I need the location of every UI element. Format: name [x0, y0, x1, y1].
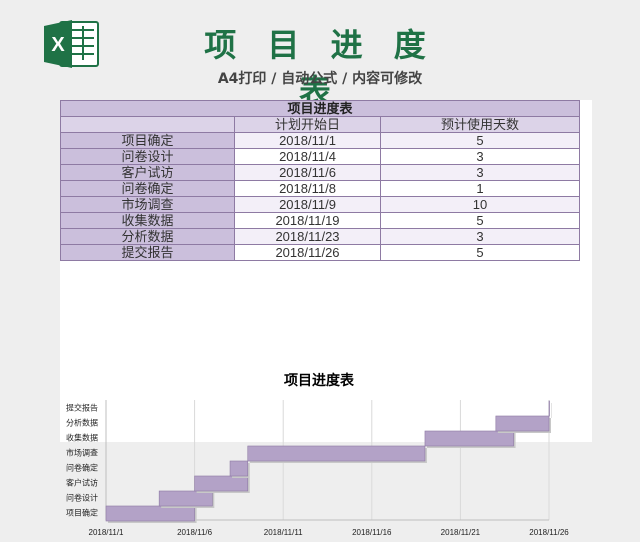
table-row: 项目确定 2018/11/1 5	[60, 132, 580, 149]
days-cell[interactable]: 1	[380, 180, 580, 197]
start-date-cell[interactable]: 2018/11/8	[234, 180, 381, 197]
header-cell-task[interactable]	[60, 116, 235, 133]
gantt-bar	[424, 430, 514, 447]
gantt-bar	[495, 415, 550, 432]
table-title[interactable]: 项目进度表	[60, 100, 580, 117]
x-tick-label: 2018/11/11	[264, 528, 303, 537]
y-category-label: 问卷确定	[66, 463, 98, 473]
table-row: 收集数据 2018/11/19 5	[60, 212, 580, 229]
y-category-label: 收集数据	[66, 433, 98, 443]
days-cell[interactable]: 3	[380, 148, 580, 165]
header-cell-days[interactable]: 预计使用天数	[380, 116, 580, 133]
days-cell[interactable]: 3	[380, 228, 580, 245]
logo-letter: X	[51, 34, 65, 56]
start-date-cell[interactable]: 2018/11/6	[234, 164, 381, 181]
spreadsheet: 项目进度表 计划开始日 预计使用天数 项目确定 2018/11/1 5 问卷设计…	[60, 100, 592, 537]
y-category-label: 问卷设计	[66, 493, 98, 503]
excel-logo-icon: X	[44, 20, 99, 68]
table-row: 问卷设计 2018/11/4 3	[60, 148, 580, 165]
task-cell[interactable]: 收集数据	[60, 212, 235, 229]
gantt-bar	[548, 400, 550, 417]
gantt-chart-svg: 项目进度表 项目确定 问卷设计 客户试访 问卷确定 市场调查 收集数据 分析数据 提交报告 2…	[66, 372, 569, 537]
y-category-label: 市场调查	[66, 448, 98, 458]
task-cell[interactable]: 问卷设计	[60, 148, 235, 165]
x-tick-label: 2018/11/21	[441, 528, 481, 537]
table-row: 提交报告 2018/11/26 5	[60, 244, 580, 261]
start-date-cell[interactable]: 2018/11/4	[234, 148, 381, 165]
start-date-cell[interactable]: 2018/11/19	[234, 212, 381, 229]
gantt-bar-shadow	[551, 403, 552, 418]
table-row: 分析数据 2018/11/23 3	[60, 228, 580, 245]
days-cell[interactable]: 3	[380, 164, 580, 181]
gantt-bar	[105, 505, 195, 522]
x-tick-label: 2018/11/16	[352, 528, 392, 537]
page-title: 项 目 进 度 表	[204, 26, 436, 110]
start-date-cell[interactable]: 2018/11/23	[234, 228, 381, 245]
task-cell[interactable]: 客户试访	[60, 164, 235, 181]
x-tick-label: 2018/11/6	[177, 528, 213, 537]
y-category-label: 提交报告	[66, 403, 98, 413]
days-cell[interactable]: 10	[380, 196, 580, 213]
table-title-row: 项目进度表	[60, 100, 580, 117]
days-cell[interactable]: 5	[380, 212, 580, 229]
y-category-label: 项目确定	[66, 508, 98, 518]
task-cell[interactable]: 分析数据	[60, 228, 235, 245]
start-date-cell[interactable]: 2018/11/1	[234, 132, 381, 149]
gantt-bar	[158, 490, 213, 507]
task-cell[interactable]: 问卷确定	[60, 180, 235, 197]
x-tick-label: 2018/11/26	[529, 528, 569, 537]
schedule-table: 项目进度表 计划开始日 预计使用天数 项目确定 2018/11/1 5 问卷设计…	[60, 100, 580, 261]
y-category-label: 客户试访	[66, 478, 98, 488]
task-cell[interactable]: 提交报告	[60, 244, 235, 261]
days-cell[interactable]: 5	[380, 132, 580, 149]
table-header-row: 计划开始日 预计使用天数	[60, 116, 580, 133]
page-subtitle: A4打印 / 自动公式 / 内容可修改	[217, 71, 423, 87]
start-date-cell[interactable]: 2018/11/9	[234, 196, 381, 213]
task-cell[interactable]: 项目确定	[60, 132, 235, 149]
gantt-bar	[229, 460, 249, 477]
table-row: 市场调查 2018/11/9 10	[60, 196, 580, 213]
start-date-cell[interactable]: 2018/11/26	[234, 244, 381, 261]
x-tick-label: 2018/11/1	[89, 528, 125, 537]
table-row: 问卷确定 2018/11/8 1	[60, 180, 580, 197]
days-cell[interactable]: 5	[380, 244, 580, 261]
header-cell-start[interactable]: 计划开始日	[234, 116, 381, 133]
gantt-chart[interactable]: 项目进度表 项目确定 问卷设计 客户试访 问卷确定 市场调查 收集数据 分析数据 提交报告 2…	[60, 364, 592, 542]
y-category-label: 分析数据	[66, 418, 98, 428]
gantt-bar	[194, 475, 249, 492]
chart-title: 项目进度表	[284, 372, 355, 388]
table-row: 客户试访 2018/11/6 3	[60, 164, 580, 181]
task-cell[interactable]: 市场调查	[60, 196, 235, 213]
gantt-bar	[247, 445, 426, 462]
